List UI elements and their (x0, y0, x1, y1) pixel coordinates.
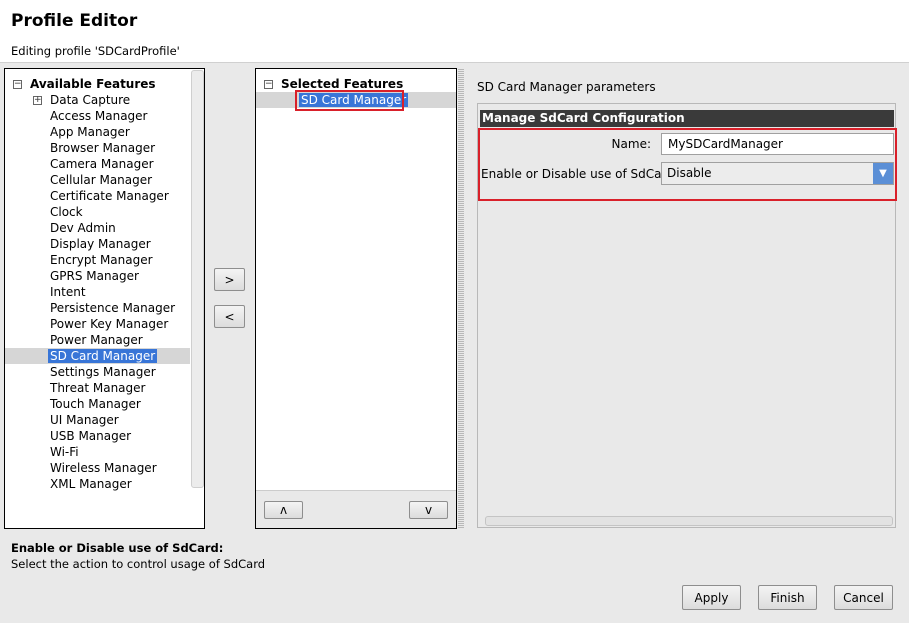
feature-item[interactable]: USB Manager (5, 428, 190, 444)
help-title: Enable or Disable use of SdCard: (11, 541, 224, 555)
horizontal-scrollbar[interactable] (485, 516, 893, 526)
feature-item[interactable]: App Manager (5, 124, 190, 140)
feature-item[interactable]: GPRS Manager (5, 268, 190, 284)
page-subtitle: Editing profile 'SDCardProfile' (11, 44, 180, 58)
remove-feature-button[interactable]: < (214, 305, 245, 328)
feature-item[interactable]: UI Manager (5, 412, 190, 428)
expand-icon[interactable]: + (33, 96, 42, 105)
feature-item[interactable]: Intent (5, 284, 190, 300)
feature-item[interactable]: Camera Manager (5, 156, 190, 172)
available-root[interactable]: − Available Features (5, 76, 190, 92)
group-header: Manage SdCard Configuration (480, 110, 894, 127)
feature-item[interactable]: Display Manager (5, 236, 190, 252)
feature-item[interactable]: Encrypt Manager (5, 252, 190, 268)
selected-features-tree[interactable]: − Selected Features SD Card Manager (256, 69, 456, 491)
header: Profile Editor Editing profile 'SDCardPr… (0, 0, 909, 63)
highlight-box (295, 90, 404, 111)
feature-item[interactable]: Wi-Fi (5, 444, 190, 460)
vertical-scrollbar[interactable] (191, 70, 204, 488)
move-down-button[interactable]: v (409, 501, 448, 519)
collapse-icon[interactable]: − (13, 80, 22, 89)
feature-item[interactable]: Power Manager (5, 332, 190, 348)
page-title: Profile Editor (11, 11, 138, 31)
feature-item[interactable]: Browser Manager (5, 140, 190, 156)
feature-item[interactable]: Clock (5, 204, 190, 220)
feature-item[interactable]: Touch Manager (5, 396, 190, 412)
feature-item[interactable]: Certificate Manager (5, 188, 190, 204)
collapse-icon[interactable]: − (264, 80, 273, 89)
feature-item[interactable]: Cellular Manager (5, 172, 190, 188)
available-features-tree[interactable]: − Available Features + Data Capture Access M… (4, 68, 205, 529)
highlight-box (478, 128, 897, 201)
feature-item[interactable]: Power Key Manager (5, 316, 190, 332)
params-title: SD Card Manager parameters (477, 80, 656, 94)
move-up-button[interactable]: ʌ (264, 501, 303, 519)
feature-item[interactable]: Access Manager (5, 108, 190, 124)
feature-item[interactable]: Settings Manager (5, 364, 190, 380)
feature-item[interactable]: Wireless Manager (5, 460, 190, 476)
add-feature-button[interactable]: > (214, 268, 245, 291)
selected-features-panel: − Selected Features SD Card Manager ʌ v (255, 68, 457, 529)
cancel-button[interactable]: Cancel (834, 585, 893, 610)
help-text: Select the action to control usage of Sd… (11, 557, 266, 571)
feature-item[interactable]: Threat Manager (5, 380, 190, 396)
feature-item[interactable]: SD Card Manager (5, 348, 190, 364)
apply-button[interactable]: Apply (682, 585, 741, 610)
finish-button[interactable]: Finish (758, 585, 817, 610)
feature-item[interactable]: Persistence Manager (5, 300, 190, 316)
feature-item[interactable]: + Data Capture (5, 92, 190, 108)
feature-item[interactable]: Dev Admin (5, 220, 190, 236)
splitter[interactable] (458, 68, 464, 528)
feature-item[interactable]: XML Manager (5, 476, 190, 492)
